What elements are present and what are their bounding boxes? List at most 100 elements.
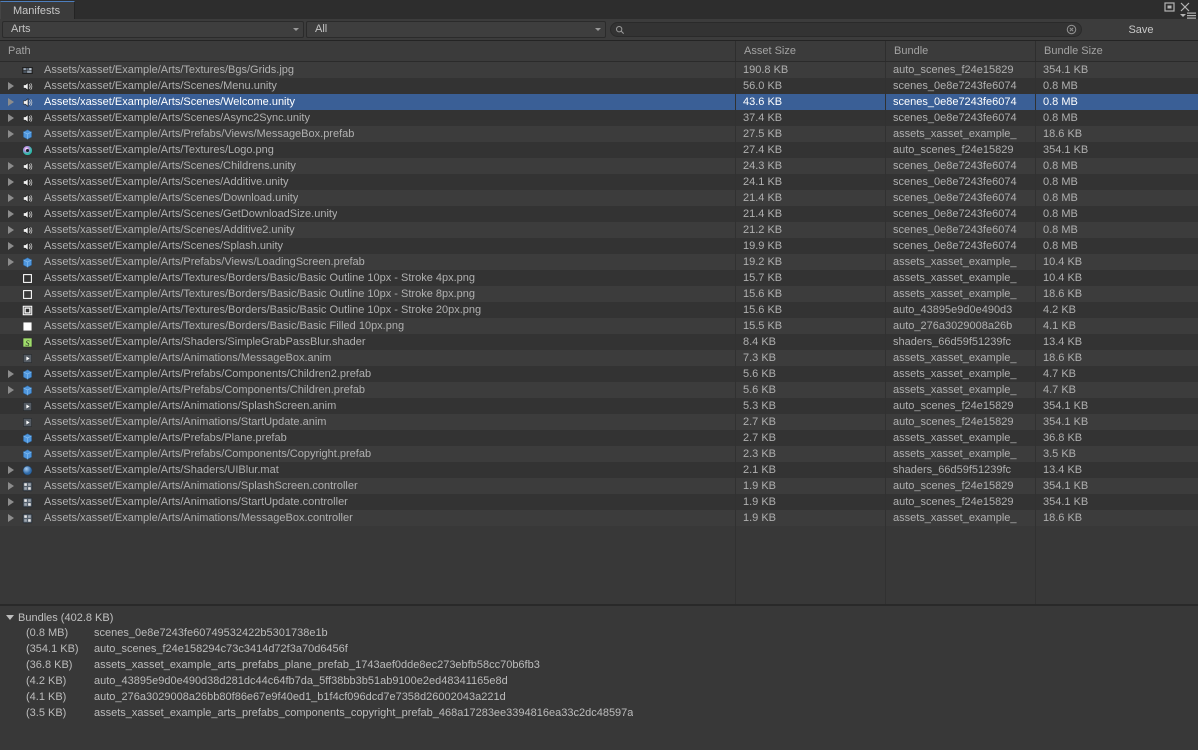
row-asset-icon	[18, 208, 36, 221]
table-row[interactable]: Assets/xasset/Example/Arts/Textures/Bord…	[0, 286, 1198, 302]
table-row[interactable]: Assets/xasset/Example/Arts/Textures/Bgs/…	[0, 62, 1198, 78]
bundle-list-item[interactable]: (3.5 KB) assets_xasset_example_arts_prefa…	[4, 705, 1198, 721]
table-row[interactable]: Assets/xasset/Example/Arts/Animations/Me…	[0, 350, 1198, 366]
foldout-collapsed-icon[interactable]	[4, 370, 18, 378]
table-body[interactable]: Assets/xasset/Example/Arts/Textures/Bgs/…	[0, 62, 1198, 604]
window-tab-bar: Manifests	[0, 0, 1198, 19]
row-asset-size: 15.6 KB	[743, 304, 783, 316]
window-menu-icon	[1180, 12, 1196, 19]
table-row[interactable]: Assets/xasset/Example/Arts/Scenes/Downlo…	[0, 190, 1198, 206]
row-path-label: Assets/xasset/Example/Arts/Animations/St…	[44, 496, 348, 508]
bundles-list: (0.8 MB) scenes_0e8e7243fe60749532422b530…	[4, 625, 1198, 721]
foldout-collapsed-icon[interactable]	[4, 482, 18, 490]
table-row[interactable]: Assets/xasset/Example/Arts/Prefabs/Compo…	[0, 446, 1198, 462]
table-row[interactable]: Assets/xasset/Example/Arts/Textures/Logo…	[0, 142, 1198, 158]
row-bundle: assets_xasset_example_	[893, 432, 1017, 444]
table-row[interactable]: Assets/xasset/Example/Arts/Prefabs/Plane…	[0, 430, 1198, 446]
row-bundle: assets_xasset_example_	[893, 384, 1017, 396]
foldout-collapsed-icon[interactable]	[4, 210, 18, 218]
foldout-collapsed-icon[interactable]	[4, 194, 18, 202]
group-dropdown[interactable]: Arts	[2, 21, 304, 38]
row-asset-size: 8.4 KB	[743, 336, 777, 348]
row-bundle-size: 4.1 KB	[1043, 320, 1077, 332]
row-bundle-size: 18.6 KB	[1043, 128, 1083, 140]
foldout-collapsed-icon[interactable]	[4, 242, 18, 250]
table-row[interactable]: Assets/xasset/Example/Arts/Scenes/Childr…	[0, 158, 1198, 174]
filter-dropdown[interactable]: All	[306, 21, 606, 38]
search-box[interactable]	[610, 22, 1082, 37]
foldout-collapsed-icon[interactable]	[4, 82, 18, 90]
table-row[interactable]: S Assets/xasset/Example/Arts/Shaders/Simp…	[0, 334, 1198, 350]
row-bundle: shaders_66d59f51239fc	[893, 336, 1012, 348]
foldout-collapsed-icon[interactable]	[4, 258, 18, 266]
row-asset-size: 15.5 KB	[743, 320, 783, 332]
row-bundle: shaders_66d59f51239fc	[893, 464, 1012, 476]
row-asset-icon	[18, 480, 36, 493]
foldout-collapsed-icon[interactable]	[4, 226, 18, 234]
row-asset-size: 2.7 KB	[743, 432, 777, 444]
table-row[interactable]: Assets/xasset/Example/Arts/Scenes/Menu.u…	[0, 78, 1198, 94]
row-bundle: scenes_0e8e7243fe6074	[893, 112, 1017, 124]
table-row[interactable]: Assets/xasset/Example/Arts/Textures/Bord…	[0, 318, 1198, 334]
table-row[interactable]: Assets/xasset/Example/Arts/Textures/Bord…	[0, 270, 1198, 286]
table-row[interactable]: Assets/xasset/Example/Arts/Scenes/Splash…	[0, 238, 1198, 254]
row-bundle-size: 0.8 MB	[1043, 112, 1078, 124]
foldout-collapsed-icon[interactable]	[4, 178, 18, 186]
foldout-collapsed-icon[interactable]	[4, 114, 18, 122]
tab-manifests[interactable]: Manifests	[0, 1, 76, 19]
foldout-collapsed-icon[interactable]	[4, 98, 18, 106]
bundle-item-name: auto_scenes_f24e158294c73c3414d72f3a70d6…	[94, 643, 348, 655]
column-header-path[interactable]: Path	[0, 41, 735, 61]
animation-icon	[22, 401, 32, 411]
row-path-cell: Assets/xasset/Example/Arts/Scenes/Async2…	[0, 112, 735, 125]
bundles-panel-header[interactable]: Bundles (402.8 KB)	[4, 610, 1198, 625]
row-path-label: Assets/xasset/Example/Arts/Shaders/Simpl…	[44, 336, 366, 348]
table-row[interactable]: Assets/xasset/Example/Arts/Prefabs/Compo…	[0, 366, 1198, 382]
foldout-collapsed-icon[interactable]	[4, 130, 18, 138]
bundle-list-item[interactable]: (36.8 KB) assets_xasset_example_arts_pref…	[4, 657, 1198, 673]
table-header-row: Path Asset Size Bundle Bundle Size	[0, 41, 1198, 62]
row-path-cell: Assets/xasset/Example/Arts/Prefabs/Compo…	[0, 384, 735, 397]
table-row[interactable]: Assets/xasset/Example/Arts/Animations/Sp…	[0, 398, 1198, 414]
bundle-list-item[interactable]: (0.8 MB) scenes_0e8e7243fe60749532422b530…	[4, 625, 1198, 641]
table-row[interactable]: Assets/xasset/Example/Arts/Shaders/UIBlu…	[0, 462, 1198, 478]
table-row[interactable]: Assets/xasset/Example/Arts/Scenes/Additi…	[0, 174, 1198, 190]
table-row[interactable]: Assets/xasset/Example/Arts/Prefabs/Compo…	[0, 382, 1198, 398]
column-header-bundle_size[interactable]: Bundle Size	[1035, 41, 1190, 61]
row-asset-icon	[18, 304, 36, 317]
foldout-expanded-icon[interactable]	[6, 615, 14, 620]
row-path-cell: Assets/xasset/Example/Arts/Prefabs/Views…	[0, 256, 735, 269]
table-row[interactable]: Assets/xasset/Example/Arts/Prefabs/Views…	[0, 254, 1198, 270]
column-header-bundle[interactable]: Bundle	[885, 41, 1035, 61]
foldout-collapsed-icon[interactable]	[4, 514, 18, 522]
table-row[interactable]: Assets/xasset/Example/Arts/Textures/Bord…	[0, 302, 1198, 318]
bundle-list-item[interactable]: (354.1 KB) auto_scenes_f24e158294c73c3414…	[4, 641, 1198, 657]
bundle-list-item[interactable]: (4.2 KB) auto_43895e9d0e490d38d281dc44c64…	[4, 673, 1198, 689]
outline-thin-icon	[22, 273, 32, 283]
table-row[interactable]: Assets/xasset/Example/Arts/Animations/St…	[0, 414, 1198, 430]
row-path-cell: Assets/xasset/Example/Arts/Scenes/GetDow…	[0, 208, 735, 221]
foldout-collapsed-icon[interactable]	[4, 386, 18, 394]
table-row[interactable]: Assets/xasset/Example/Arts/Prefabs/Views…	[0, 126, 1198, 142]
table-row[interactable]: Assets/xasset/Example/Arts/Animations/Me…	[0, 510, 1198, 526]
row-path-label: Assets/xasset/Example/Arts/Scenes/Childr…	[44, 160, 296, 172]
table-row[interactable]: Assets/xasset/Example/Arts/Scenes/GetDow…	[0, 206, 1198, 222]
row-asset-icon	[18, 240, 36, 253]
table-row[interactable]: Assets/xasset/Example/Arts/Animations/St…	[0, 494, 1198, 510]
search-input[interactable]	[625, 23, 1066, 36]
table-row[interactable]: Assets/xasset/Example/Arts/Scenes/Additi…	[0, 222, 1198, 238]
row-path-cell: Assets/xasset/Example/Arts/Prefabs/Compo…	[0, 448, 735, 461]
table-row[interactable]: Assets/xasset/Example/Arts/Scenes/Welcom…	[0, 94, 1198, 110]
row-path-label: Assets/xasset/Example/Arts/Scenes/Splash…	[44, 240, 284, 252]
foldout-collapsed-icon[interactable]	[4, 162, 18, 170]
table-row[interactable]: Assets/xasset/Example/Arts/Scenes/Async2…	[0, 110, 1198, 126]
row-path-cell: Assets/xasset/Example/Arts/Animations/St…	[0, 496, 735, 509]
row-path-label: Assets/xasset/Example/Arts/Scenes/Additi…	[44, 224, 295, 236]
column-header-asset_size[interactable]: Asset Size	[735, 41, 885, 61]
bundle-list-item[interactable]: (4.1 KB) auto_276a3029008a26bb80f86e67e9f…	[4, 689, 1198, 705]
save-button[interactable]: Save	[1086, 21, 1196, 38]
foldout-collapsed-icon[interactable]	[4, 466, 18, 474]
clear-search-icon[interactable]	[1066, 24, 1077, 35]
foldout-collapsed-icon[interactable]	[4, 498, 18, 506]
table-row[interactable]: Assets/xasset/Example/Arts/Animations/Sp…	[0, 478, 1198, 494]
